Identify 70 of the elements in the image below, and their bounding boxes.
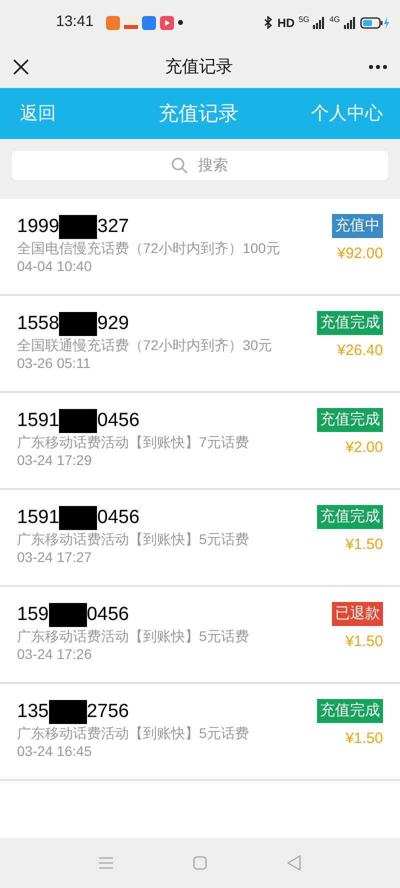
status-time: 13:41 <box>56 12 94 32</box>
phone-number: 327 <box>97 214 129 239</box>
record-row[interactable]: 135 2756 广东移动话费活动【到账快】5元话费 03-24 16:45 充值完成 ¥1.50 <box>0 684 400 781</box>
hd-label: HD <box>277 14 295 32</box>
phone-number: 2756 <box>86 700 129 724</box>
phone-number: 0456 <box>97 506 140 530</box>
order-time: 03-24 16:45 <box>17 742 93 760</box>
order-time: 03-24 17:26 <box>17 645 93 663</box>
product-name: 广东移动话费活动【到账快】5元话费 <box>17 724 250 742</box>
record-row[interactable]: 1558 929 全国联通慢充话费（72小时内到齐）30元 03-26 05:11 充值完成 ¥26.40 <box>0 296 400 393</box>
app-icon <box>160 16 174 30</box>
price: ¥2.00 <box>345 438 383 458</box>
bluetooth-icon <box>264 16 274 29</box>
product-name: 全国电信慢充话费（72小时内到齐）100元 <box>17 239 281 257</box>
header-title: 充值记录 <box>158 102 238 126</box>
status-badge: 充值完成 <box>317 311 383 335</box>
app-icon <box>142 16 156 30</box>
redaction-block <box>59 215 98 239</box>
product-name: 广东移动话费活动【到账快】7元话费 <box>17 433 250 451</box>
status-badge: 已退款 <box>332 602 383 626</box>
menu-icon[interactable] <box>99 857 113 869</box>
phone-number: 135 <box>17 700 49 724</box>
back-icon[interactable] <box>287 855 301 871</box>
redaction-block <box>59 312 98 336</box>
product-name: 广东移动话费活动【到账快】5元话费 <box>17 627 250 645</box>
redaction-block <box>48 603 87 627</box>
status-badge: 充值完成 <box>317 408 383 432</box>
close-icon[interactable] <box>13 58 29 74</box>
price: ¥92.00 <box>337 244 383 264</box>
battery-icon <box>360 16 390 28</box>
search-field[interactable]: 搜索 <box>12 151 388 180</box>
record-row[interactable]: 1591 0456 广东移动话费活动【到账快】7元话费 03-24 17:29 充值完成 ¥2.00 <box>0 393 400 490</box>
price: ¥1.50 <box>345 632 383 652</box>
phone-number: 1558 <box>17 312 60 336</box>
phone-number: 1999 <box>17 214 60 239</box>
record-row[interactable]: 159 0456 广东移动话费活动【到账快】5元话费 03-24 17:26 已退款 ¥1.50 <box>0 587 400 684</box>
page-title: 充值记录 <box>165 56 233 78</box>
record-row[interactable]: 1999 327 全国电信慢充话费（72小时内到齐）100元 04-04 10:40 充值中 ¥92.00 <box>0 199 400 296</box>
redaction-block <box>59 409 98 433</box>
network-label: 4G <box>329 14 340 26</box>
order-time: 03-26 05:11 <box>17 354 92 372</box>
order-time: 04-04 10:40 <box>17 257 93 275</box>
app-icon <box>106 16 120 30</box>
phone-number: 929 <box>97 312 129 336</box>
price: ¥1.50 <box>345 535 383 555</box>
home-icon[interactable] <box>193 856 207 870</box>
network-label: 5G <box>298 14 310 26</box>
phone-number: 1591 <box>17 408 60 433</box>
redaction-block <box>59 506 98 530</box>
price: ¥26.40 <box>337 341 383 361</box>
phone-number: 0456 <box>86 602 129 627</box>
status-badge: 充值完成 <box>317 699 383 723</box>
app-icon <box>124 16 138 30</box>
dot-icon <box>178 20 183 25</box>
phone-number: 1591 <box>17 506 60 530</box>
signal-icon <box>313 16 326 28</box>
product-name: 全国联通慢充话费（72小时内到齐）30元 <box>17 336 274 354</box>
redaction-block <box>48 700 87 724</box>
search-icon <box>171 157 188 174</box>
order-time: 03-24 17:29 <box>17 451 93 469</box>
record-row[interactable]: 1591 0456 广东移动话费活动【到账快】5元话费 03-24 17:27 充值完成 ¥1.50 <box>0 490 400 587</box>
status-badge: 充值中 <box>332 214 383 238</box>
order-time: 03-24 17:27 <box>17 548 93 566</box>
price: ¥1.50 <box>345 729 383 749</box>
status-badge: 充值完成 <box>317 505 383 529</box>
more-icon[interactable] <box>369 64 387 68</box>
product-name: 广东移动话费活动【到账快】5元话费 <box>17 530 250 548</box>
signal-icon <box>344 16 356 28</box>
phone-number: 159 <box>17 602 49 627</box>
phone-number: 0456 <box>97 408 140 433</box>
